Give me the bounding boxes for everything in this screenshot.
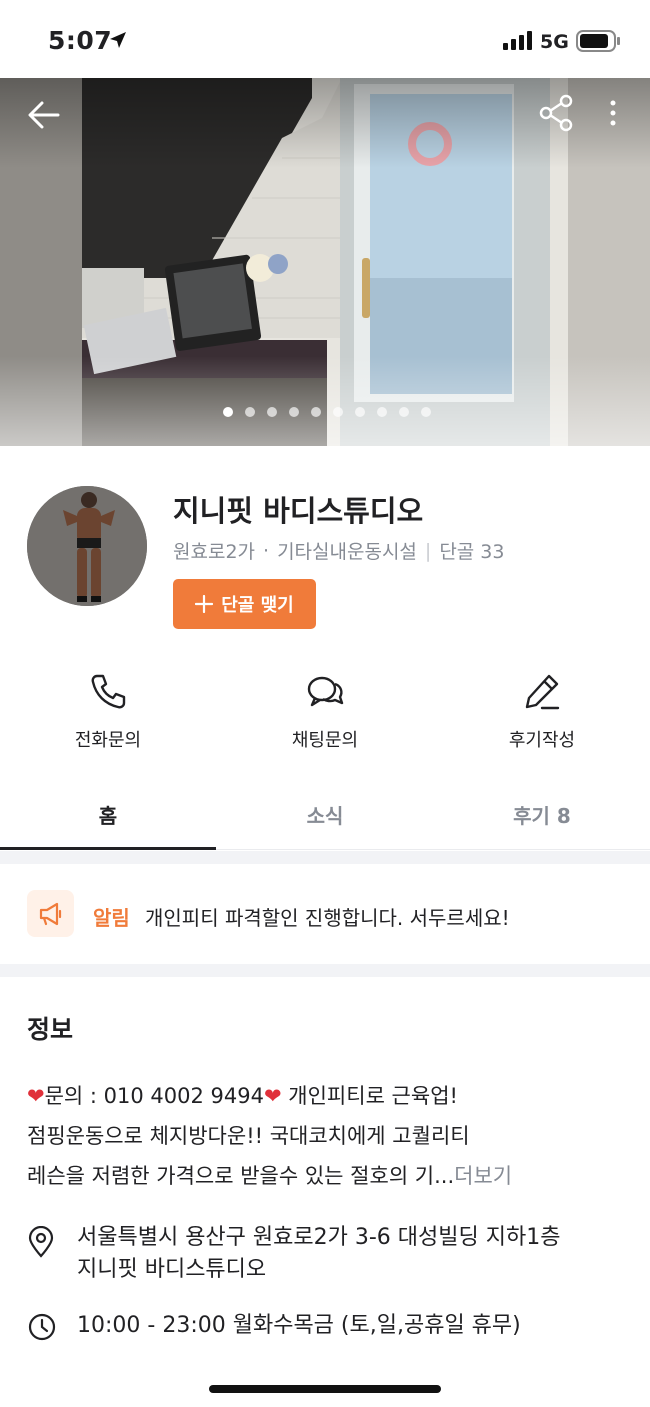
chat-inquiry-button[interactable]: 채팅문의: [245, 672, 405, 752]
regulars-count: 단골 33: [439, 541, 505, 563]
write-review-label: 후기작성: [508, 730, 576, 751]
hero-carousel[interactable]: [0, 78, 650, 446]
chat-icon: [307, 676, 344, 707]
shop-category: 기타실내운동시설: [277, 541, 417, 563]
shop-meta: 원효로2가 · 기타실내운동시설 | 단골 33: [173, 537, 505, 564]
info-heading: 정보: [27, 1015, 74, 1044]
tab-reviews[interactable]: 후기 8: [434, 790, 650, 850]
business-hours: 10:00 - 23:00 월화수목금 (토,일,공휴일 휴무): [77, 1313, 521, 1338]
clock-icon: [28, 1313, 56, 1341]
meta-dot: ·: [263, 539, 270, 562]
share-icon[interactable]: [537, 93, 577, 133]
address-text: 서울특별시 용산구 원효로2가 3-6 대성빌딩 지하1층 지니핏 바디스튜디오: [77, 1222, 647, 1286]
home-indicator[interactable]: [209, 1385, 441, 1393]
address-line: 지니핏 바디스튜디오: [77, 1257, 267, 1282]
carousel-dot: [377, 407, 387, 417]
add-regular-label: 단골 맺기: [221, 595, 294, 616]
description-line: 점핑운동으로 체지방다운!! 국대코치에게 고퀄리티: [27, 1124, 470, 1148]
description-line: ❤문의 : 010 4002 9494❤ 개인피티로 근육업!: [27, 1076, 627, 1116]
action-bar: 전화문의 채팅문의 후기작성: [0, 672, 650, 762]
carousel-dot: [421, 407, 431, 417]
carousel-dot: [267, 407, 277, 417]
plus-icon: [195, 595, 214, 613]
network-type: 5G: [540, 31, 569, 53]
description-text: 레슨을 저렴한 가격으로 받을수 있는 절호의 기...: [27, 1164, 455, 1188]
tab-home[interactable]: 홈: [0, 790, 216, 850]
notice-tag: 알림: [93, 906, 130, 930]
battery-icon: [576, 30, 620, 52]
carousel-dot: [223, 407, 233, 417]
tab-news[interactable]: 소식: [217, 790, 433, 850]
carousel-dot: [399, 407, 409, 417]
notice-text: 개인피티 파격할인 진행합니다. 서두르세요!: [145, 906, 510, 930]
description-text: 개인피티로 근육업!: [281, 1084, 458, 1108]
shop-name: 지니핏 바디스튜디오: [173, 494, 424, 528]
pencil-icon: [525, 674, 560, 710]
avatar-image: [27, 486, 147, 606]
carousel-dot: [355, 407, 365, 417]
section-divider: [0, 851, 650, 864]
section-divider: [0, 964, 650, 977]
tab-bar: 홈 소식 후기 8: [0, 790, 650, 850]
chat-inquiry-label: 채팅문의: [291, 730, 359, 751]
notice-banner[interactable]: 알림 개인피티 파격할인 진행합니다. 서두르세요!: [0, 864, 650, 964]
phone-icon: [91, 674, 126, 709]
signal-icon: [503, 31, 532, 50]
carousel-dot: [333, 407, 343, 417]
carousel-indicator: [223, 407, 431, 417]
show-more-link[interactable]: 더보기: [454, 1164, 512, 1188]
heart-icon: ❤: [27, 1084, 45, 1108]
shop-description: ❤문의 : 010 4002 9494❤ 개인피티로 근육업! 점핑운동으로 체…: [27, 1076, 627, 1196]
add-regular-button[interactable]: 단골 맺기: [173, 579, 316, 629]
status-time: 5:07: [48, 26, 113, 55]
megaphone-icon: [27, 890, 74, 937]
description-line: 레슨을 저렴한 가격으로 받을수 있는 절호의 기...더보기: [27, 1156, 627, 1196]
carousel-dot: [311, 407, 321, 417]
more-options-icon[interactable]: [600, 95, 626, 135]
carousel-dot: [245, 407, 255, 417]
meta-divider: |: [424, 539, 432, 562]
address-line: 서울특별시 용산구 원효로2가 3-6 대성빌딩 지하1층: [77, 1225, 561, 1250]
phone-inquiry-button[interactable]: 전화문의: [28, 672, 188, 752]
status-bar: 5:07 5G: [0, 0, 650, 78]
shop-location: 원효로2가: [173, 541, 256, 563]
location-arrow-icon: [110, 32, 126, 48]
back-arrow-icon[interactable]: [24, 95, 64, 135]
description-contact: 문의 : 010 4002 9494: [44, 1084, 264, 1108]
location-pin-icon: [28, 1226, 54, 1258]
shop-avatar[interactable]: [27, 486, 147, 606]
write-review-button[interactable]: 후기작성: [462, 672, 622, 752]
carousel-dot: [289, 407, 299, 417]
phone-inquiry-label: 전화문의: [74, 730, 142, 751]
heart-icon: ❤: [264, 1084, 282, 1108]
